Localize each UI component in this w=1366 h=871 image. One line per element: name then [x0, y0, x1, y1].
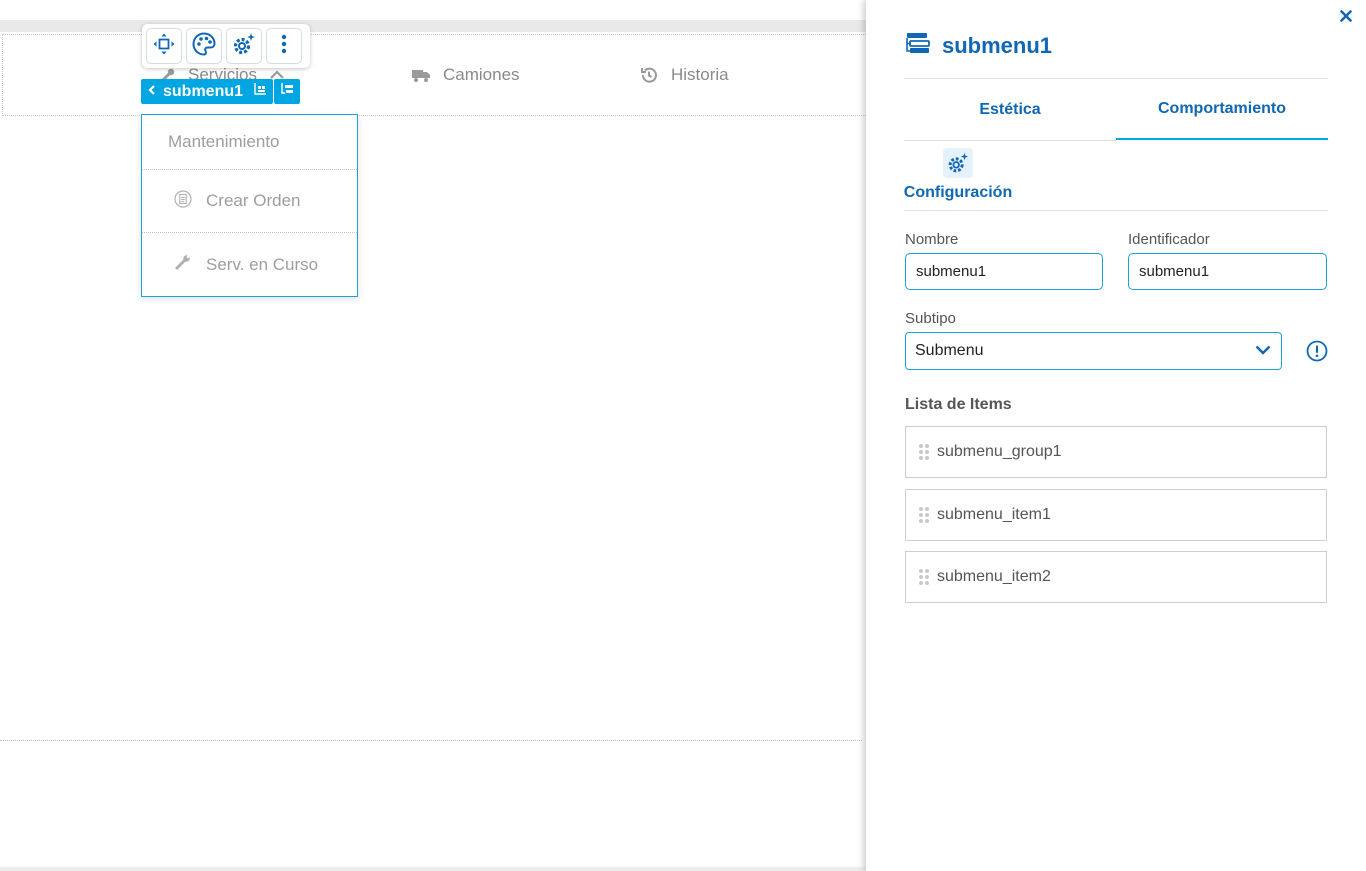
- subtipo-label: Subtipo: [905, 310, 956, 327]
- nombre-field[interactable]: [905, 253, 1103, 290]
- panel-header: submenu1: [906, 32, 1052, 60]
- list-item[interactable]: submenu_item1: [905, 489, 1327, 541]
- submenu-dropdown: Mantenimiento Crear Orden Serv. en Curso: [141, 114, 358, 297]
- list-item-label: submenu_group1: [937, 443, 1062, 460]
- selected-component-tag[interactable]: submenu1: [141, 79, 250, 104]
- subtipo-info-button[interactable]: [1306, 340, 1328, 362]
- close-icon: [1340, 9, 1352, 27]
- configuracion-label: Configuración: [903, 184, 1013, 201]
- tabs-divider: [904, 140, 1116, 141]
- chevron-down-icon: [1255, 342, 1271, 360]
- select-parent-button[interactable]: [247, 79, 273, 104]
- list-item-label: submenu_item2: [937, 568, 1051, 585]
- select-children-button[interactable]: [274, 79, 300, 104]
- selected-component-name: submenu1: [163, 82, 244, 100]
- settings-button[interactable]: [226, 28, 262, 64]
- items-list-title: Lista de Items: [905, 396, 1012, 413]
- canvas-section-divider: [0, 740, 862, 741]
- component-toolbar: [142, 24, 310, 68]
- list-item[interactable]: submenu_item2: [905, 551, 1327, 603]
- nav-item-label: Historia: [671, 65, 729, 84]
- drag-handle-icon[interactable]: [919, 507, 931, 523]
- chevron-left-icon: [148, 83, 156, 101]
- hierarchy-up-icon: [253, 82, 267, 101]
- identificador-field[interactable]: [1128, 253, 1327, 290]
- list-item-label: submenu_item1: [937, 506, 1051, 523]
- submenu-component-icon: [906, 32, 930, 60]
- wrench-icon: [174, 253, 192, 276]
- nombre-label: Nombre: [905, 231, 959, 248]
- document-icon: [174, 189, 192, 213]
- drag-handle-icon[interactable]: [919, 569, 931, 585]
- canvas-top-bar: [0, 20, 866, 32]
- tab-comportamiento[interactable]: Comportamiento: [1116, 80, 1328, 140]
- submenu-item-label: Crear Orden: [206, 191, 301, 210]
- canvas-bottom-scrollbar[interactable]: [0, 867, 866, 871]
- palette-icon: [191, 31, 217, 62]
- gear-sparkle-icon: [943, 148, 973, 178]
- configuracion-section-button[interactable]: Configuración: [902, 148, 1014, 202]
- nav-item-historia[interactable]: Historia: [639, 64, 729, 86]
- truck-icon: [411, 67, 431, 83]
- drag-handle-icon[interactable]: [919, 444, 931, 460]
- submenu-group[interactable]: Mantenimiento: [142, 115, 357, 170]
- history-icon: [639, 65, 659, 85]
- nav-item-label: Camiones: [443, 65, 520, 84]
- hierarchy-down-icon: [280, 82, 294, 101]
- submenu-item-serv-en-curso[interactable]: Serv. en Curso: [142, 233, 357, 296]
- gear-sparkle-icon: [231, 31, 257, 62]
- identificador-label: Identificador: [1128, 231, 1210, 248]
- design-canvas: Servicios Camiones Historia submenu1 Man…: [0, 0, 866, 871]
- list-item[interactable]: submenu_group1: [905, 426, 1327, 478]
- style-button[interactable]: [186, 28, 222, 64]
- section-divider: [904, 210, 1328, 211]
- header-divider: [904, 78, 1328, 79]
- more-vertical-icon: [281, 34, 287, 59]
- more-options-button[interactable]: [266, 28, 302, 64]
- info-icon: [1306, 340, 1328, 366]
- subtipo-selected-value: Submenu: [915, 342, 984, 359]
- properties-panel: submenu1 Estética Comportamiento Configu…: [866, 0, 1366, 871]
- submenu-group-label: Mantenimiento: [168, 132, 280, 151]
- tab-estetica[interactable]: Estética: [904, 80, 1116, 140]
- submenu-item-crear-orden[interactable]: Crear Orden: [142, 170, 357, 233]
- move-icon: [152, 32, 176, 61]
- nav-item-camiones[interactable]: Camiones: [411, 64, 520, 86]
- submenu-item-label: Serv. en Curso: [206, 254, 319, 274]
- close-panel-button[interactable]: [1336, 8, 1356, 28]
- subtipo-select[interactable]: Submenu: [905, 332, 1282, 370]
- move-button[interactable]: [146, 28, 182, 64]
- panel-title: submenu1: [942, 33, 1053, 58]
